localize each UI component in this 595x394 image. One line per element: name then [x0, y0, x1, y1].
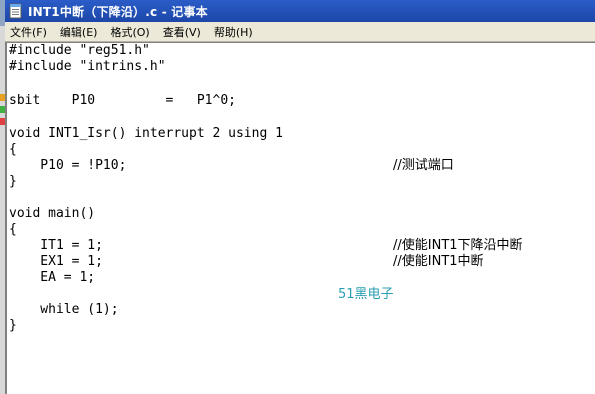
code-line-8: P10 = !P10;	[9, 158, 127, 173]
code-line-1: #include "reg51.h"	[9, 43, 150, 58]
menu-bar: 文件(F) 编辑(E) 格式(O) 查看(V) 帮助(H)	[5, 22, 595, 42]
text-editor-area[interactable]: #include "reg51.h" #include "intrins.h" …	[5, 42, 595, 394]
menu-edit[interactable]: 编辑(E)	[55, 24, 103, 40]
code-line-18: }	[9, 318, 17, 333]
code-line-4: sbit P10 = P1^0;	[9, 93, 236, 108]
code-comment-13: //使能INT1下降沿中断	[393, 238, 523, 253]
notepad-window: INT1中断（下降沿）.c - 记事本 文件(F) 编辑(E) 格式(O) 查看…	[0, 0, 595, 394]
notepad-icon	[8, 3, 24, 19]
menu-format[interactable]: 格式(O)	[105, 24, 154, 40]
menu-view[interactable]: 查看(V)	[158, 24, 206, 40]
code-line-15: EA = 1;	[9, 270, 96, 285]
watermark: 51黑电子	[338, 287, 394, 302]
title-bar[interactable]: INT1中断（下降沿）.c - 记事本	[5, 0, 595, 22]
window-title: INT1中断（下降沿）.c - 记事本	[28, 4, 208, 19]
code-comment-8: //测试端口	[393, 158, 454, 173]
code-line-13: IT1 = 1;	[9, 238, 103, 253]
code-line-14: EX1 = 1;	[9, 254, 103, 269]
code-line-6: void INT1_Isr() interrupt 2 using 1	[9, 126, 283, 141]
code-line-12: {	[9, 222, 17, 237]
code-line-9: }	[9, 174, 17, 189]
menu-help[interactable]: 帮助(H)	[209, 24, 258, 40]
menu-file[interactable]: 文件(F)	[5, 24, 52, 40]
code-line-17: while (1);	[9, 302, 119, 317]
code-line-7: {	[9, 142, 17, 157]
code-line-2: #include "intrins.h"	[9, 59, 166, 74]
code-line-11: void main()	[9, 206, 96, 221]
code-comment-14: //使能INT1中断	[393, 254, 484, 269]
